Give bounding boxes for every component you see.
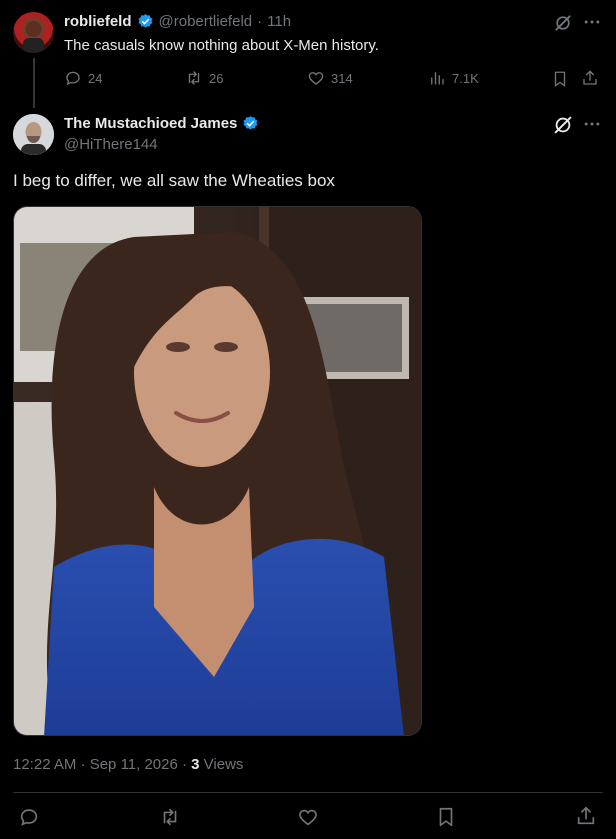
grok-icon[interactable] [553,13,573,38]
verified-badge-icon [138,14,152,28]
tweet-media-image[interactable] [13,206,422,736]
heart-icon [308,72,324,85]
reply-action[interactable]: 24 [64,69,102,87]
divider [13,792,603,793]
like-count: 314 [331,70,353,86]
repost-icon [163,808,177,826]
handle[interactable]: @robertliefeld [159,13,253,30]
repost-button[interactable] [157,804,183,830]
avatar-image [23,21,44,53]
reply-icon [66,71,80,86]
share-icon [577,806,595,825]
timestamp[interactable]: 12:22 AM · Sep 11, 2026 · [13,756,191,773]
bookmark-button[interactable] [547,66,573,92]
reply-button[interactable] [16,804,42,830]
thread-line [33,58,35,108]
views-chart-icon [431,72,444,85]
like-action[interactable]: 314 [307,69,353,87]
reply-header: The Mustachioed James [64,115,259,132]
share-button[interactable] [573,803,599,829]
views-count: 3 [191,756,200,773]
reply-tweet-text: I beg to differ, we all saw the Wheaties… [13,171,335,190]
heart-icon [299,809,317,826]
parent-header: robliefeld @robertliefeld · 11h [64,13,291,30]
handle[interactable]: @HiThere144 [64,136,158,153]
more-icon[interactable] [582,114,602,139]
display-name[interactable]: The Mustachioed James [64,115,237,132]
verified-badge-icon [243,116,258,130]
photo [14,207,421,735]
more-icon[interactable] [582,12,602,37]
like-button[interactable] [295,804,321,830]
views-action[interactable]: 7.1K [428,69,479,87]
share-icon [583,70,597,85]
bookmark-icon [554,71,566,87]
share-button[interactable] [577,65,603,91]
separator: · [257,13,263,30]
views-label: Views [199,756,244,773]
bookmark-button[interactable] [433,804,459,830]
avatar-robliefeld[interactable] [13,12,54,53]
avatar-image [13,114,54,155]
reply-icon [20,809,38,826]
repost-action[interactable]: 26 [185,69,223,87]
bookmark-icon [439,807,453,827]
reply-count: 24 [88,70,103,86]
repost-count: 26 [209,70,224,86]
tweet-meta: 12:22 AM · Sep 11, 2026 · 3 Views [13,756,243,773]
views-count: 7.1K [452,70,479,86]
time-ago[interactable]: 11h [267,13,291,30]
avatar-mustachioed-james[interactable] [13,114,54,155]
repost-icon [188,71,200,85]
display-name[interactable]: robliefeld [64,13,132,30]
grok-icon[interactable] [552,114,574,141]
parent-tweet-text: The casuals know nothing about X-Men his… [64,37,379,54]
